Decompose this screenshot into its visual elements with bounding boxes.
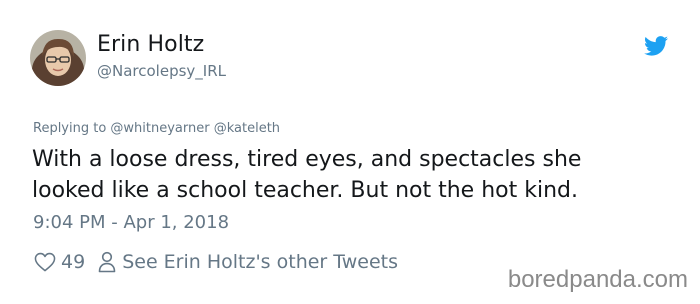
avatar[interactable] bbox=[30, 30, 86, 86]
heart-icon bbox=[34, 252, 56, 272]
tweet-text: With a loose dress, tired eyes, and spec… bbox=[32, 144, 672, 206]
other-tweets-link[interactable]: See Erin Holtz's other Tweets bbox=[98, 251, 398, 273]
avatar-image bbox=[30, 30, 86, 86]
author-name[interactable]: Erin Holtz bbox=[97, 32, 204, 57]
author-handle[interactable]: @Narcolepsy_IRL bbox=[97, 62, 226, 80]
replying-to[interactable]: Replying to @whitneyarner @kateleth bbox=[33, 121, 280, 136]
like-count: 49 bbox=[61, 251, 86, 273]
tweet-timestamp[interactable]: 9:04 PM - Apr 1, 2018 bbox=[33, 212, 229, 233]
tweet-text-line: With a loose dress, tired eyes, and spec… bbox=[32, 147, 582, 172]
person-icon bbox=[98, 251, 116, 273]
other-tweets-label: See Erin Holtz's other Tweets bbox=[122, 251, 399, 273]
like-button[interactable]: 49 bbox=[34, 251, 85, 273]
tweet-text-line: looked like a school teacher. But not th… bbox=[32, 178, 578, 203]
tweet-card: Erin Holtz @Narcolepsy_IRL Replying to @… bbox=[0, 0, 700, 304]
watermark: boredpanda.com bbox=[507, 266, 688, 293]
tweet-actions: 49 See Erin Holtz's other Tweets bbox=[34, 250, 398, 274]
twitter-bird-icon[interactable] bbox=[644, 36, 668, 56]
